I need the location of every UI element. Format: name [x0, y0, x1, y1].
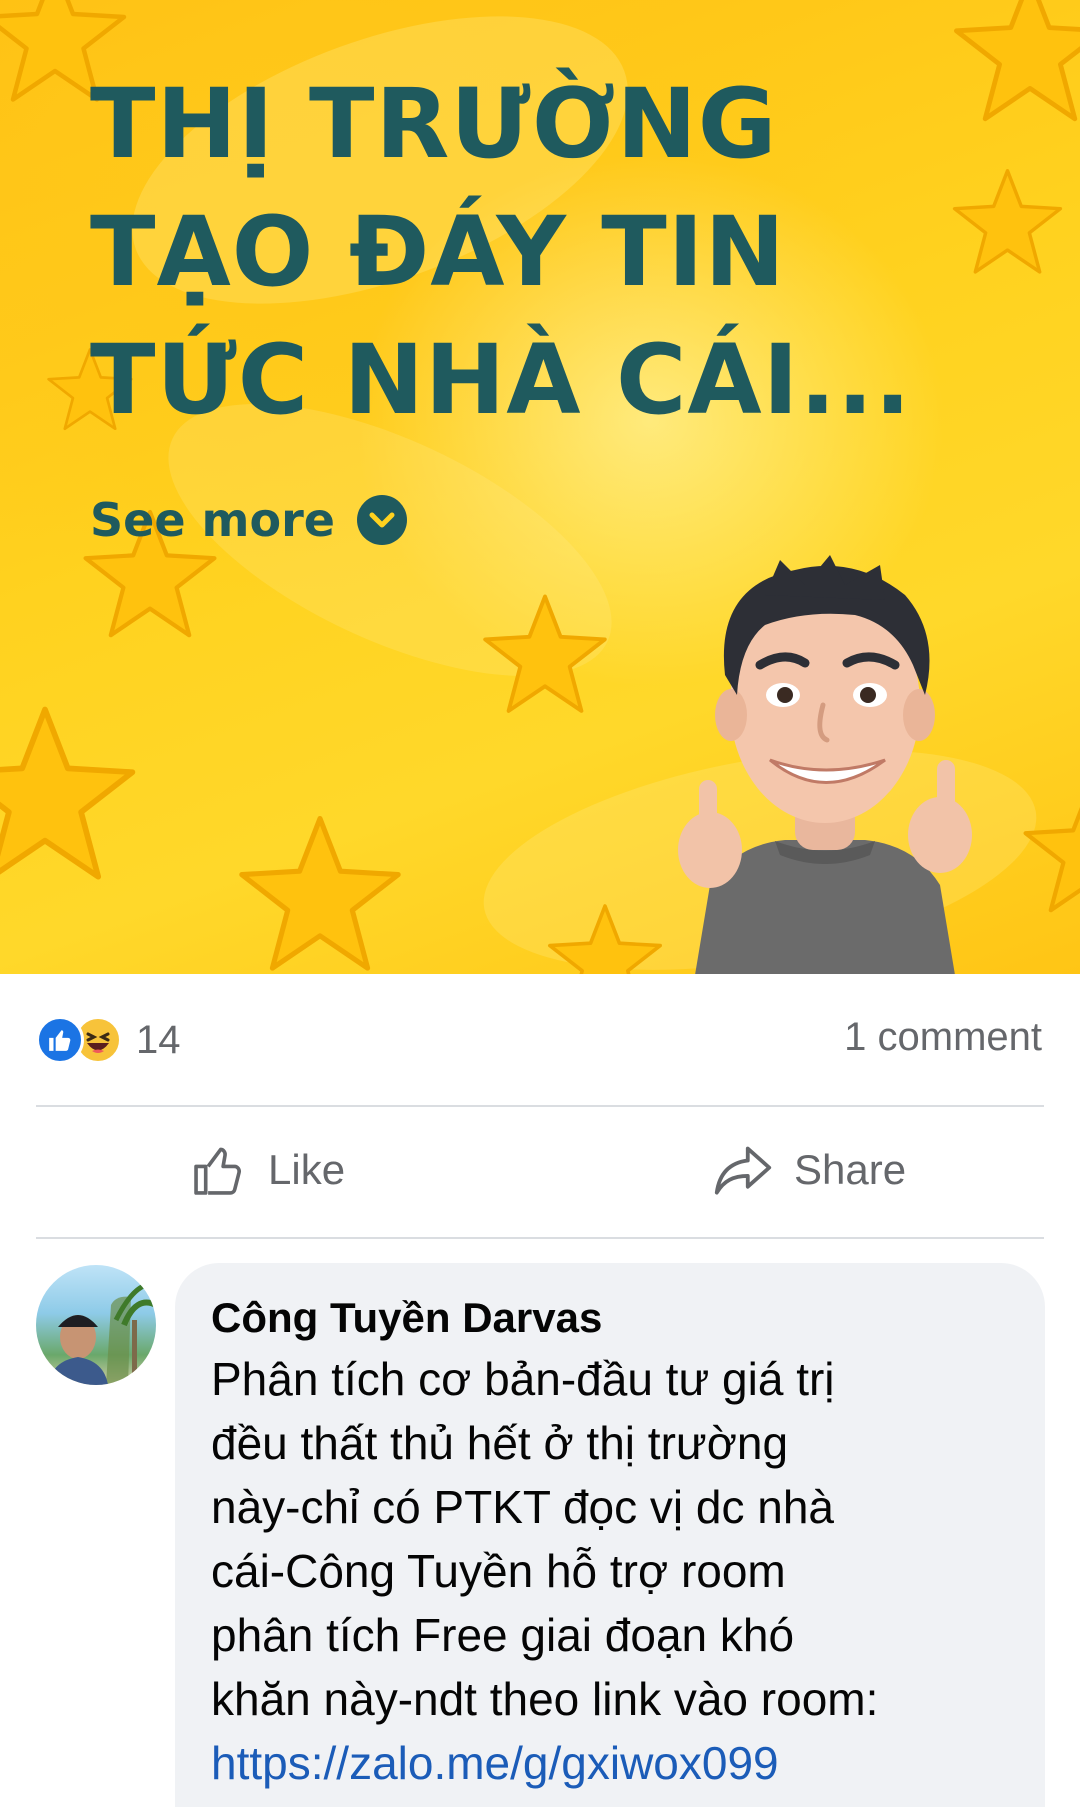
thumbs-up-icon: [194, 1147, 242, 1195]
comment-count-link[interactable]: 1 comment: [844, 1015, 1042, 1060]
see-more-button[interactable]: See more: [90, 490, 407, 550]
share-arrow-icon: [714, 1146, 772, 1195]
share-label: Share: [794, 1146, 907, 1193]
divider: [36, 1237, 1044, 1239]
see-more-label: See more: [90, 493, 335, 547]
comment-text: Phân tích cơ bản-đầu tư giá trị đều thất…: [211, 1353, 879, 1725]
divider: [36, 1105, 1044, 1107]
star-decoration: [0, 706, 136, 880]
avatar-sticker: [678, 555, 972, 974]
share-button[interactable]: Share: [712, 1135, 906, 1205]
comment-link[interactable]: https://zalo.me/g/gxiwox099: [211, 1731, 1009, 1795]
comment-bubble[interactable]: Công Tuyền Darvas Phân tích cơ bản-đầu t…: [175, 1263, 1045, 1807]
star-decoration: [548, 904, 662, 974]
post-headline: THỊ TRƯỜNG TẠO ĐÁY TIN TỨC NHÀ CÁI...: [90, 68, 912, 436]
like-button[interactable]: Like: [190, 1135, 345, 1205]
like-label: Like: [268, 1146, 346, 1193]
star-decoration: [1023, 807, 1080, 913]
post-background-banner: THỊ TRƯỜNG TẠO ĐÁY TIN TỨC NHÀ CÁI... Se…: [0, 0, 1080, 974]
commenter-avatar[interactable]: [36, 1265, 156, 1385]
star-decoration: [483, 594, 607, 713]
comment-author-name[interactable]: Công Tuyền Darvas: [211, 1289, 1009, 1347]
chevron-down-icon: [356, 495, 407, 545]
like-icon: [36, 1016, 84, 1064]
reaction-summary[interactable]: 14: [36, 1010, 181, 1070]
reaction-count: 14: [136, 1017, 181, 1062]
star-decoration: [239, 815, 401, 971]
